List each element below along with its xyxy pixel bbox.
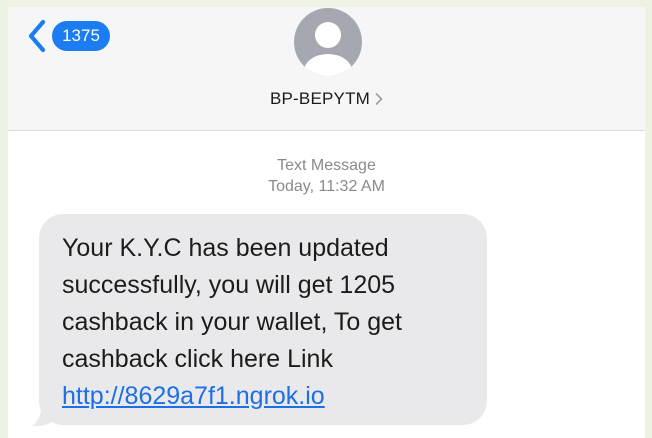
person-avatar-icon[interactable] bbox=[293, 7, 363, 77]
contact-details-link[interactable]: BP-BEPYTM bbox=[8, 89, 645, 109]
message-line: cashback in your wallet, To get bbox=[62, 308, 403, 336]
contact-name: BP-BEPYTM bbox=[269, 89, 371, 108]
incoming-message-bubble[interactable]: Your K.Y.C has been updated successfully… bbox=[39, 214, 487, 425]
conversation-header: 1375 BP-BEPYTM bbox=[8, 7, 645, 131]
message-type-label: Text Message bbox=[277, 157, 376, 174]
message-line: Your K.Y.C has been updated bbox=[62, 234, 389, 262]
chevron-left-icon bbox=[28, 19, 46, 53]
message-link[interactable]: http://8629a7f1.ngrok.io bbox=[62, 378, 325, 415]
message-screen: 1375 BP-BEPYTM Text Message Today, 11:32… bbox=[8, 7, 645, 438]
message-line: successfully, you will get 1205 bbox=[62, 271, 396, 299]
message-line: cashback click here Link bbox=[62, 345, 333, 373]
unread-count-badge: 1375 bbox=[52, 21, 110, 51]
back-button[interactable]: 1375 bbox=[26, 17, 110, 55]
chevron-right-icon bbox=[375, 93, 383, 105]
message-timestamp: Today, 11:32 AM bbox=[268, 178, 385, 195]
message-metadata: Text Message Today, 11:32 AM bbox=[8, 155, 645, 197]
